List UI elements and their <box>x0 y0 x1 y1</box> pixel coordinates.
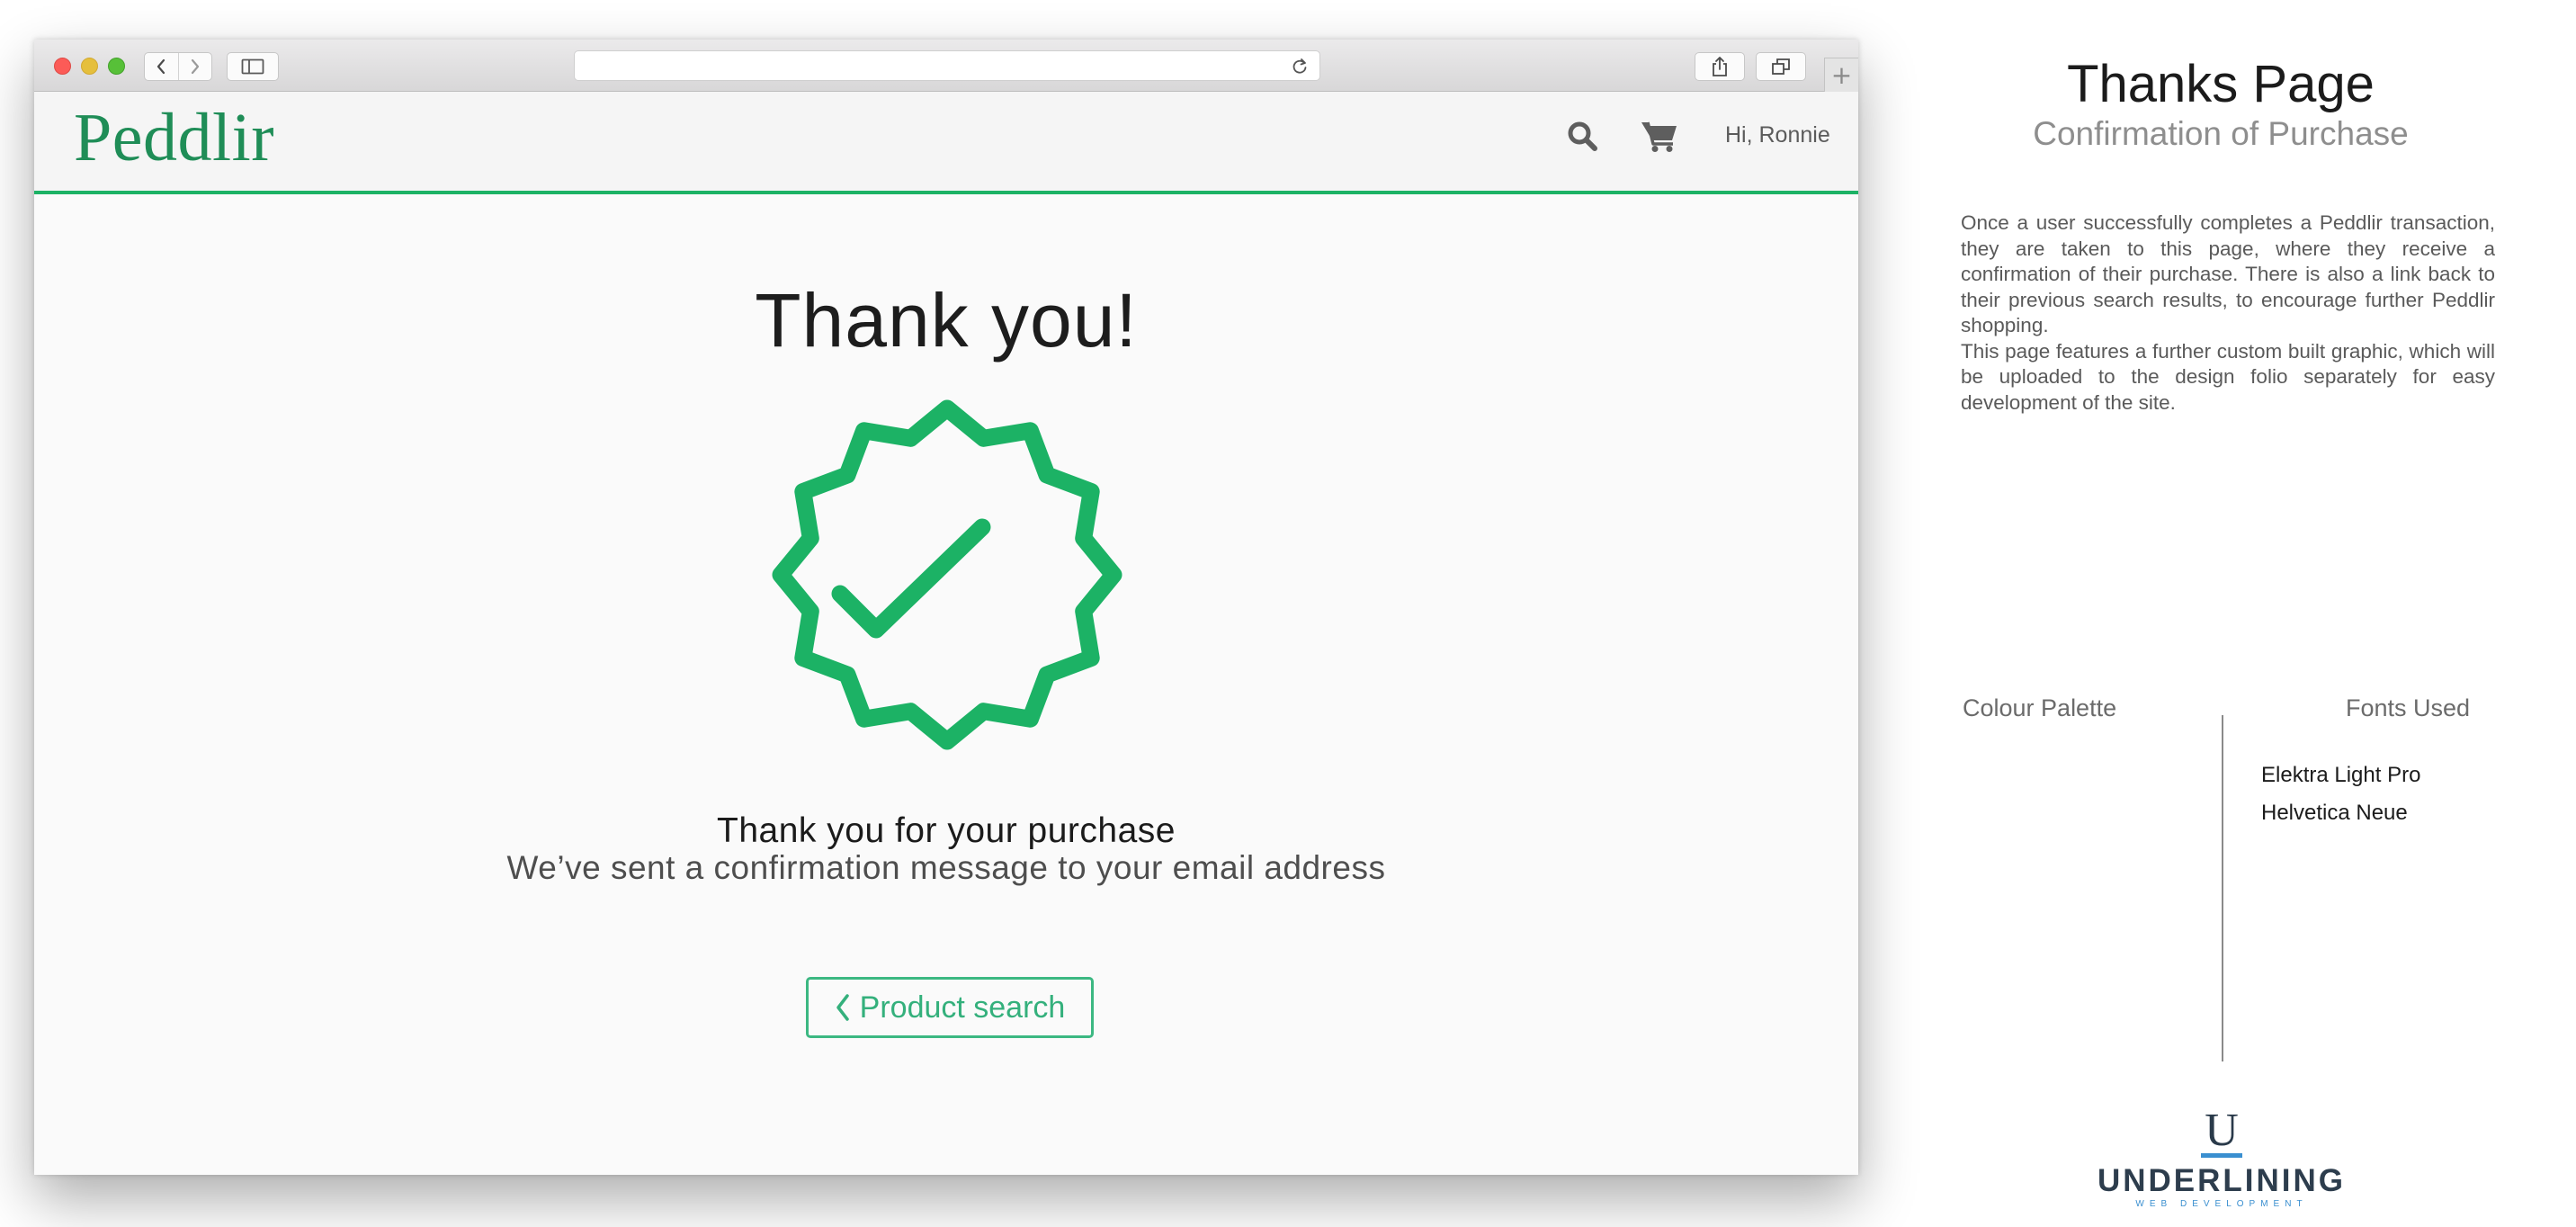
panel-title: Thanks Page <box>2067 55 2375 113</box>
reload-icon[interactable] <box>1291 58 1309 76</box>
sidebar-icon <box>241 58 264 75</box>
chevron-left-icon <box>836 994 849 1021</box>
zoom-window-button[interactable] <box>108 58 125 75</box>
share-button[interactable] <box>1695 52 1745 81</box>
panel-description: Once a user successfully completes a Ped… <box>1961 210 2495 416</box>
minimize-window-button[interactable] <box>81 58 98 75</box>
product-search-label: Product search <box>859 990 1066 1025</box>
brand-monogram: U <box>2201 1107 2242 1158</box>
check-badge-icon <box>772 399 1123 750</box>
underlining-logo: U UNDERLINING WEB DEVELOPMENT <box>2096 1107 2348 1210</box>
panel-description-paragraph: Once a user successfully completes a Ped… <box>1961 211 2495 336</box>
new-tab-button[interactable]: + <box>1824 58 1858 92</box>
site-logo[interactable]: Peddlir <box>74 99 274 177</box>
tabs-icon <box>1772 58 1790 75</box>
brand-tagline: WEB DEVELOPMENT <box>2135 1199 2308 1209</box>
history-nav-group <box>144 52 212 81</box>
user-greeting[interactable]: Hi, Ronnie <box>1725 122 1830 148</box>
brand-name: UNDERLINING <box>2097 1163 2347 1198</box>
sidebar-toggle-button[interactable] <box>227 52 279 81</box>
font-item: Elektra Light Pro <box>2261 763 2421 787</box>
search-icon[interactable] <box>1567 121 1599 153</box>
colour-palette-heading: Colour Palette <box>1963 694 2117 721</box>
fonts-used-heading: Fonts Used <box>2346 694 2471 721</box>
panel-divider <box>2222 715 2223 1061</box>
chevron-left-icon <box>157 58 165 75</box>
panel-subtitle: Confirmation of Purchase <box>2033 115 2409 152</box>
browser-toolbar: + <box>34 40 1858 92</box>
chevron-right-icon <box>191 58 199 75</box>
back-button[interactable] <box>145 53 178 80</box>
show-tabs-button[interactable] <box>1756 52 1806 81</box>
panel-description-paragraph: This page features a further custom buil… <box>1961 339 2495 414</box>
share-icon <box>1713 57 1727 76</box>
plus-icon: + <box>1830 59 1853 90</box>
forward-button[interactable] <box>177 53 212 80</box>
product-search-button[interactable]: Product search <box>806 977 1094 1038</box>
purchase-confirmation-message: We’ve sent a confirmation message to you… <box>506 849 1386 886</box>
purchase-confirmation-title: Thank you for your purchase <box>717 811 1176 850</box>
address-bar[interactable] <box>574 50 1320 81</box>
thank-you-heading: Thank you! <box>755 278 1138 363</box>
close-window-button[interactable] <box>54 58 71 75</box>
font-item: Helvetica Neue <box>2261 801 2408 825</box>
browser-window: + Peddlir Hi, Ronnie Thank you! Thank yo… <box>34 40 1858 1175</box>
cart-icon[interactable] <box>1641 119 1678 153</box>
